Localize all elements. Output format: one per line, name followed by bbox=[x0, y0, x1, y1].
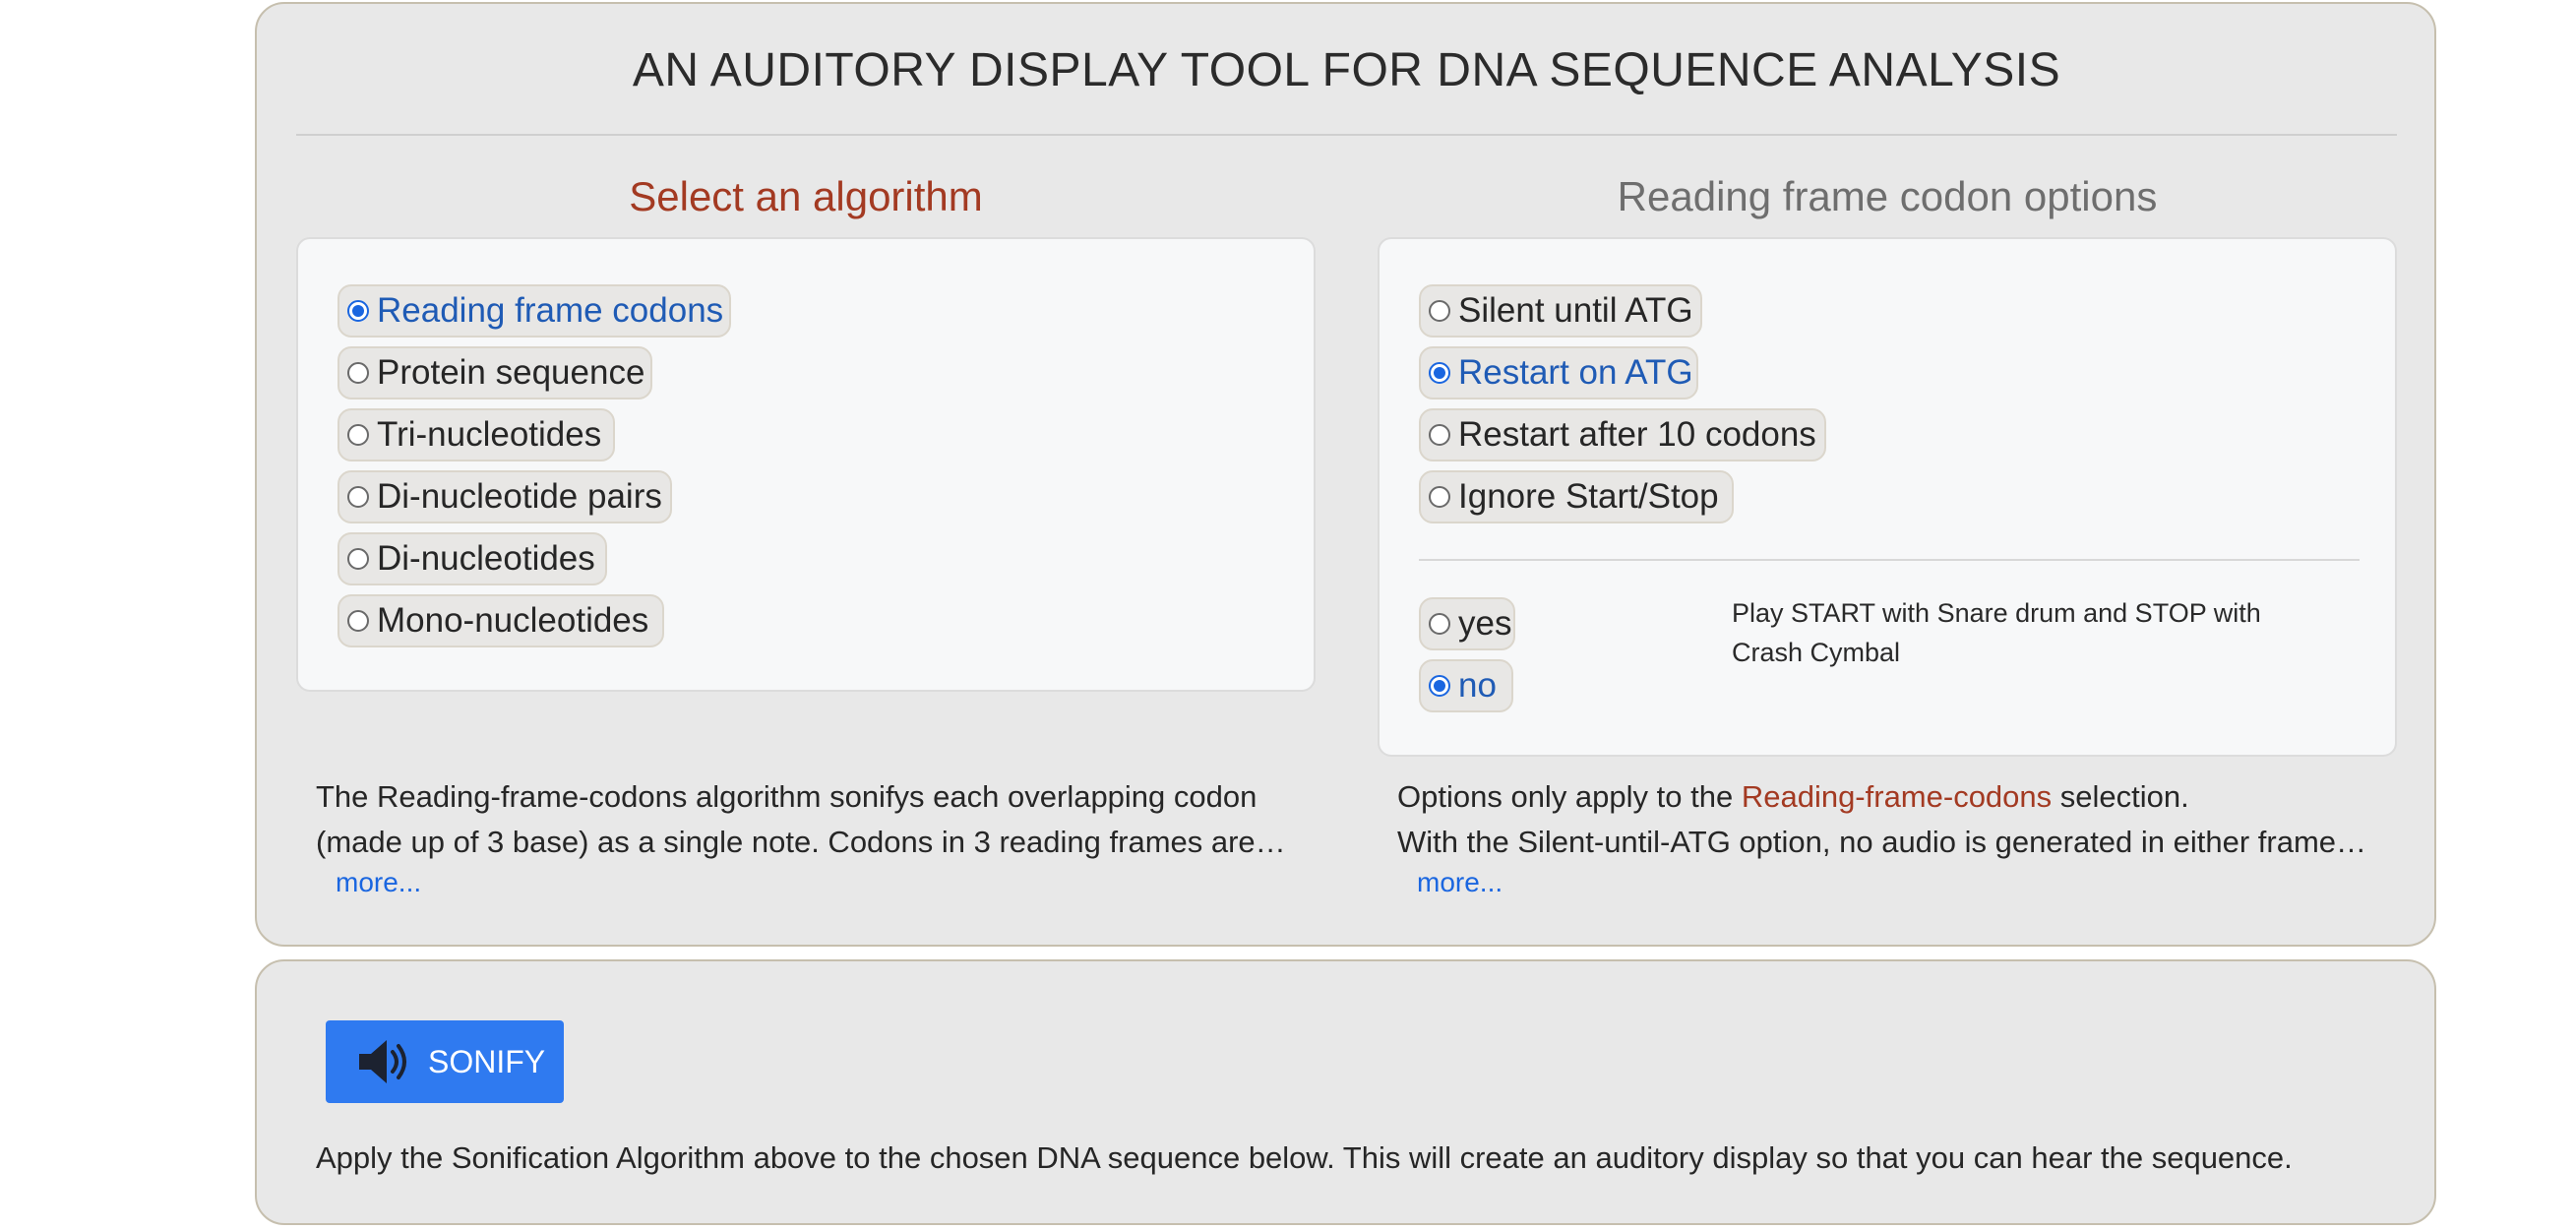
radio-button[interactable] bbox=[347, 610, 369, 632]
sonify-button-label: SONIFY bbox=[428, 1043, 546, 1079]
radio-label: Restart on ATG bbox=[1458, 353, 1693, 392]
radio-label: Reading frame codons bbox=[377, 291, 724, 330]
radio-button[interactable] bbox=[1429, 424, 1450, 446]
algorithm-description-line: (made up of 3 base) as a single note. Co… bbox=[316, 825, 1286, 859]
radio-button[interactable] bbox=[347, 486, 369, 508]
speaker-icon bbox=[359, 1040, 406, 1083]
options-more-link[interactable]: more... bbox=[1417, 867, 1503, 898]
codon-options-box: Silent until ATG Restart on ATG Restart … bbox=[1378, 237, 2397, 757]
algorithm-description: The Reading-frame-codons algorithm sonif… bbox=[316, 774, 1286, 865]
radio-label: Di-nucleotide pairs bbox=[377, 477, 662, 516]
options-description-highlight: Reading-frame-codons bbox=[1741, 779, 2053, 814]
title-divider bbox=[296, 134, 2397, 136]
radio-label: yes bbox=[1458, 604, 1512, 643]
radio-label: Protein sequence bbox=[377, 353, 645, 392]
options-description: Options only apply to the Reading-frame-… bbox=[1397, 774, 2366, 865]
algorithm-option-protein-sequence[interactable]: Protein sequence bbox=[337, 346, 652, 400]
options-description-suffix: selection. bbox=[2052, 779, 2189, 814]
options-divider bbox=[1419, 559, 2360, 561]
radio-button[interactable] bbox=[1429, 675, 1450, 697]
option-restart-on-atg[interactable]: Restart on ATG bbox=[1419, 346, 1698, 400]
radio-button[interactable] bbox=[1429, 486, 1450, 508]
algorithm-heading: Select an algorithm bbox=[629, 173, 983, 219]
radio-label: no bbox=[1458, 666, 1497, 705]
algorithm-option-mono-nucleotides[interactable]: Mono-nucleotides bbox=[337, 594, 664, 647]
options-heading: Reading frame codon options bbox=[1617, 173, 2158, 219]
radio-button[interactable] bbox=[347, 424, 369, 446]
drum-option-no[interactable]: no bbox=[1419, 659, 1513, 712]
algorithm-description-line: The Reading-frame-codons algorithm sonif… bbox=[316, 779, 1257, 814]
algorithm-option-di-nucleotide-pairs[interactable]: Di-nucleotide pairs bbox=[337, 470, 672, 523]
radio-label: Tri-nucleotides bbox=[377, 415, 602, 454]
options-description-line: With the Silent-until-ATG option, no aud… bbox=[1397, 825, 2367, 859]
radio-label: Restart after 10 codons bbox=[1458, 415, 1816, 454]
sonify-description: Apply the Sonification Algorithm above t… bbox=[316, 1140, 2293, 1175]
radio-label: Mono-nucleotides bbox=[377, 601, 649, 640]
page-title: AN AUDITORY DISPLAY TOOL FOR DNA SEQUENC… bbox=[632, 44, 2061, 96]
sonify-panel: SONIFY Apply the Sonification Algorithm … bbox=[255, 959, 2436, 1225]
radio-button[interactable] bbox=[1429, 613, 1450, 635]
radio-button[interactable] bbox=[347, 548, 369, 570]
algorithm-option-tri-nucleotides[interactable]: Tri-nucleotides bbox=[337, 408, 615, 461]
option-silent-until-atg[interactable]: Silent until ATG bbox=[1419, 284, 1702, 338]
drum-option-yes[interactable]: yes bbox=[1419, 597, 1515, 650]
drum-option-description: Play START with Snare drum and STOP with… bbox=[1732, 598, 2261, 667]
radio-label: Di-nucleotides bbox=[377, 539, 595, 578]
radio-label: Silent until ATG bbox=[1458, 291, 1693, 330]
options-description-line: Options only apply to the Reading-frame-… bbox=[1397, 774, 2366, 820]
radio-button[interactable] bbox=[347, 300, 369, 322]
radio-button[interactable] bbox=[1429, 362, 1450, 384]
radio-button[interactable] bbox=[1429, 300, 1450, 322]
algorithm-option-reading-frame-codons[interactable]: Reading frame codons bbox=[337, 284, 731, 338]
option-ignore-start-stop[interactable]: Ignore Start/Stop bbox=[1419, 470, 1734, 523]
algorithm-more-link[interactable]: more... bbox=[336, 867, 421, 898]
radio-button[interactable] bbox=[347, 362, 369, 384]
algorithm-panel: AN AUDITORY DISPLAY TOOL FOR DNA SEQUENC… bbox=[255, 2, 2436, 947]
option-restart-after-10-codons[interactable]: Restart after 10 codons bbox=[1419, 408, 1826, 461]
sonify-button[interactable]: SONIFY bbox=[326, 1020, 564, 1103]
options-description-prefix: Options only apply to the bbox=[1397, 779, 1742, 814]
algorithm-option-di-nucleotides[interactable]: Di-nucleotides bbox=[337, 532, 607, 585]
radio-label: Ignore Start/Stop bbox=[1458, 477, 1719, 516]
algorithm-options-box: Reading frame codons Protein sequence Tr… bbox=[296, 237, 1316, 692]
